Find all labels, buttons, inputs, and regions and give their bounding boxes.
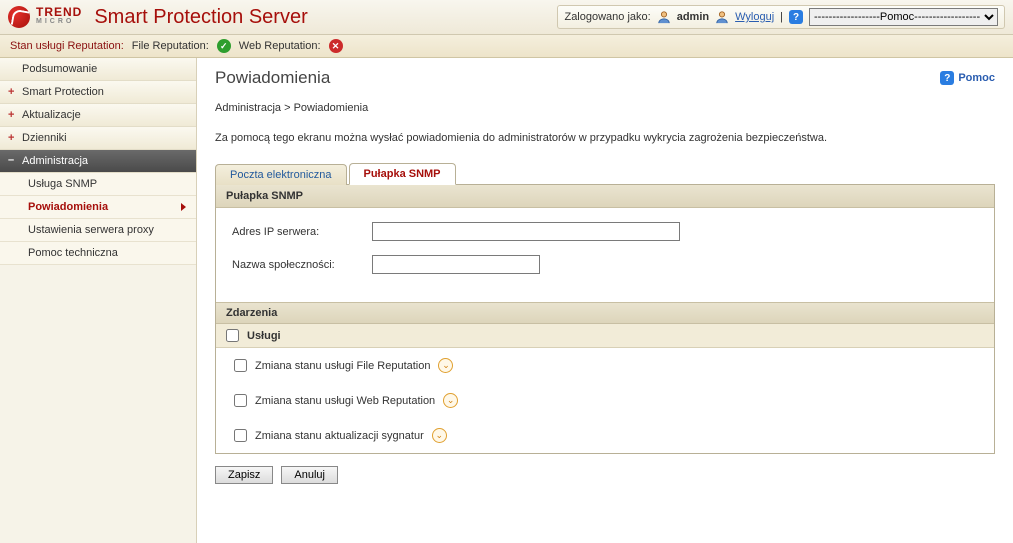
sidebar-sub-notifications[interactable]: Powiadomienia [0,196,196,219]
sidebar-item-label: Pomoc techniczna [28,247,118,259]
logout-user-icon [715,10,729,24]
status-left-label: Stan usługi Reputation: [10,40,124,52]
file-rep-checkbox[interactable] [234,359,247,372]
services-header-label: Usługi [247,330,281,342]
services-master-checkbox[interactable] [226,329,239,342]
page-help-link[interactable]: ? Pomoc [940,71,995,85]
username: admin [677,11,709,23]
expand-down-icon[interactable]: ⌄ [432,428,447,443]
file-rep-label: File Reputation: [132,40,209,52]
sidebar-item-summary[interactable]: Podsumowanie [0,58,196,81]
trend-logo-icon [8,6,30,28]
expand-down-icon[interactable]: ⌄ [438,358,453,373]
logout-link[interactable]: Wyloguj [735,11,774,23]
web-rep-checkbox[interactable] [234,394,247,407]
breadcrumb-leaf: Powiadomienia [294,102,369,114]
signature-update-checkbox[interactable] [234,429,247,442]
server-ip-label: Adres IP serwera: [232,226,362,238]
sidebar-item-label: Usługa SNMP [28,178,97,190]
help-label: Pomoc [958,72,995,84]
header-user-box: Zalogowano jako: admin Wyloguj | ? -----… [557,5,1005,29]
save-button[interactable]: Zapisz [215,466,273,484]
panel-title: Pułapka SNMP [216,185,994,208]
content-area: Powiadomienia ? Pomoc Administracja > Po… [197,58,1013,543]
brand-line2: MICRO [36,17,82,26]
page-title: Powiadomienia [215,68,330,88]
user-icon [657,10,671,24]
brand-logo: TREND MICRO [8,6,82,28]
tab-label: Poczta elektroniczna [230,169,332,181]
events-header: Zdarzenia [216,302,994,324]
sidebar-item-label: Aktualizacje [22,109,81,121]
check-label: Zmiana stanu usługi File Reputation [255,360,430,372]
breadcrumb: Administracja > Powiadomienia [215,102,995,114]
help-icon[interactable]: ? [789,10,803,24]
sidebar-item-smart-protection[interactable]: Smart Protection [0,81,196,104]
check-label: Zmiana stanu aktualizacji sygnatur [255,430,424,442]
server-ip-input[interactable] [372,222,680,241]
page-intro: Za pomocą tego ekranu można wysłać powia… [215,132,995,144]
sidebar-sub-proxy[interactable]: Ustawienia serwera proxy [0,219,196,242]
app-header: TREND MICRO Smart Protection Server Zalo… [0,0,1013,35]
sidebar-item-updates[interactable]: Aktualizacje [0,104,196,127]
tabs: Poczta elektroniczna Pułapka SNMP [215,162,995,185]
status-error-icon: ✕ [329,39,343,53]
logged-in-label: Zalogowano jako: [564,11,650,23]
web-rep-label: Web Reputation: [239,40,321,52]
sidebar-item-label: Smart Protection [22,86,104,98]
expand-down-icon[interactable]: ⌄ [443,393,458,408]
services-check-row: Usługi [216,324,994,348]
sidebar-item-label: Dzienniki [22,132,67,144]
sidebar-sub-snmp[interactable]: Usługa SNMP [0,173,196,196]
sidebar-item-logs[interactable]: Dzienniki [0,127,196,150]
cancel-button[interactable]: Anuluj [281,466,338,484]
product-title: Smart Protection Server [94,6,307,29]
sidebar-item-label: Administracja [22,155,88,167]
breadcrumb-root: Administracja [215,102,281,114]
tab-snmp-trap[interactable]: Pułapka SNMP [349,163,456,185]
tab-email[interactable]: Poczta elektroniczna [215,164,347,185]
sidebar-item-label: Powiadomienia [28,201,108,213]
separator: | [780,11,783,23]
breadcrumb-sep: > [284,102,290,114]
sidebar-sub-support[interactable]: Pomoc techniczna [0,242,196,265]
sidebar-item-label: Podsumowanie [22,63,97,75]
sidebar-item-administration[interactable]: Administracja [0,150,196,173]
community-input[interactable] [372,255,540,274]
tab-label: Pułapka SNMP [364,168,441,180]
snmp-panel: Pułapka SNMP Adres IP serwera: Nazwa spo… [215,185,995,454]
help-select[interactable]: ------------------Pomoc-----------------… [809,8,998,26]
arrow-right-icon [181,203,186,211]
community-label: Nazwa społeczności: [232,259,362,271]
status-ok-icon: ✓ [217,39,231,53]
brand-text: TREND MICRO [36,8,82,26]
help-icon: ? [940,71,954,85]
brand-line1: TREND [36,8,82,17]
check-label: Zmiana stanu usługi Web Reputation [255,395,435,407]
status-bar: Stan usługi Reputation: File Reputation:… [0,35,1013,58]
sidebar: Podsumowanie Smart Protection Aktualizac… [0,58,197,543]
sidebar-item-label: Ustawienia serwera proxy [28,224,154,236]
